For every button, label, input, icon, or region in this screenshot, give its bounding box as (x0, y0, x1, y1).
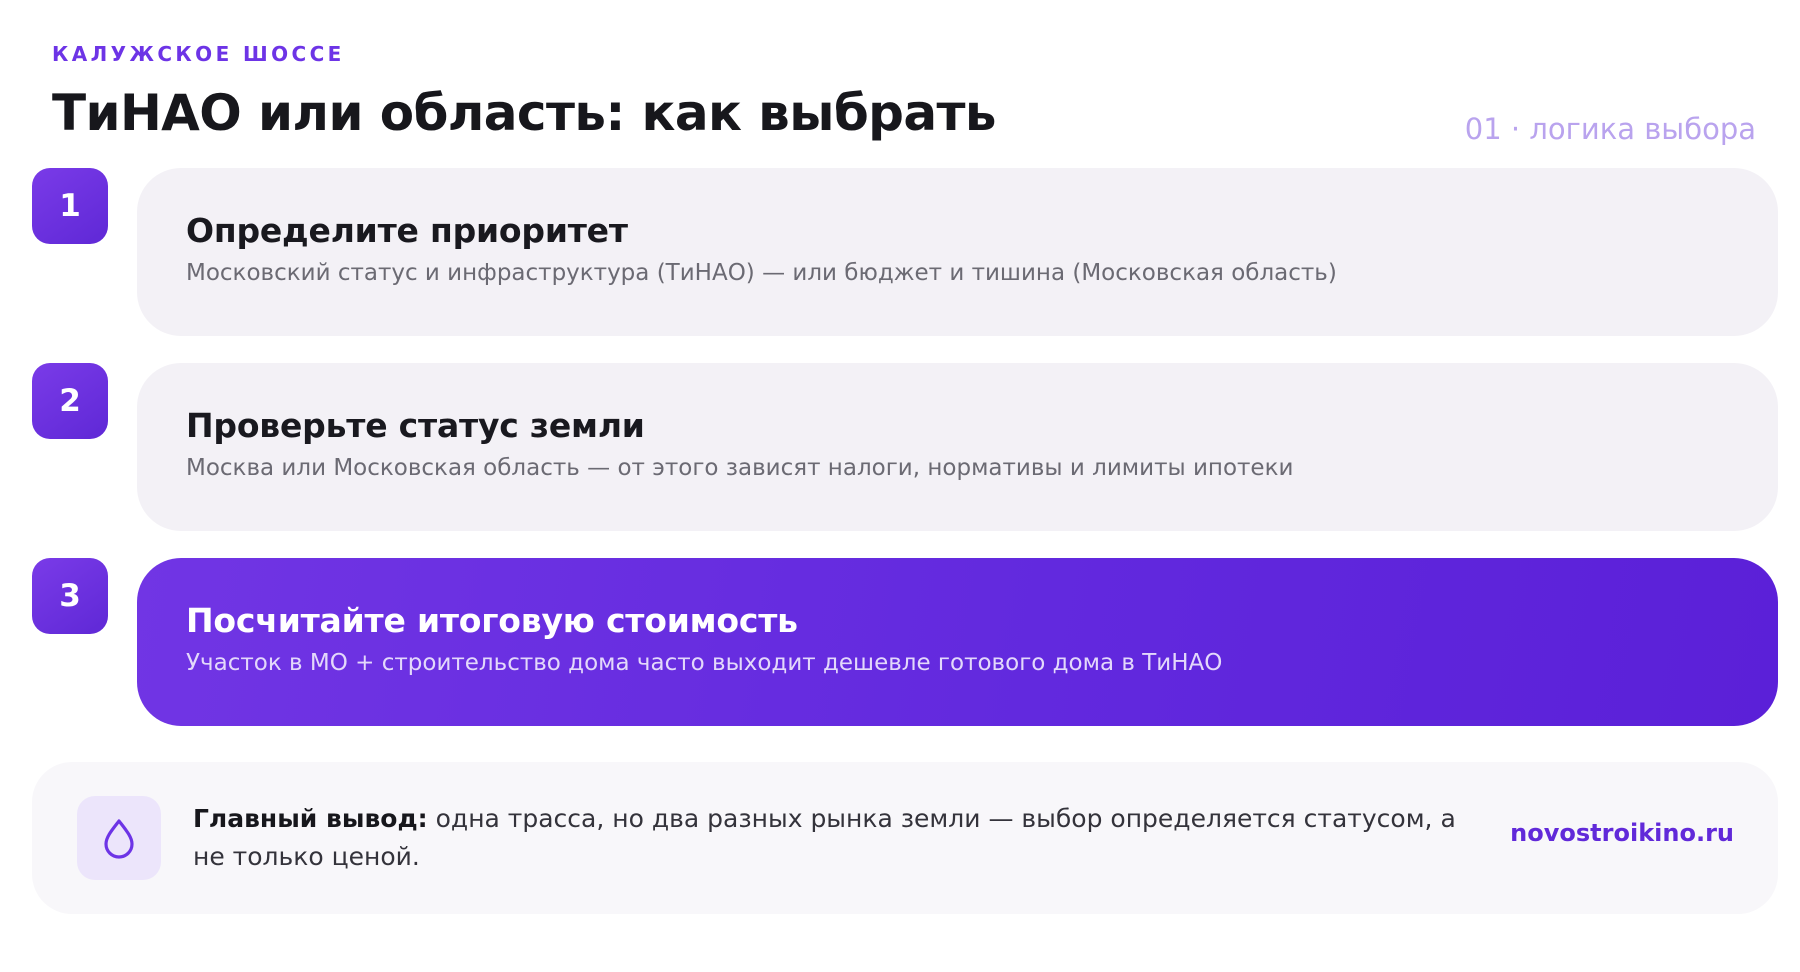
eyebrow-label: КАЛУЖСКОЕ ШОССЕ (52, 42, 345, 66)
infographic-page: КАЛУЖСКОЕ ШОССЕ ТиНАО или область: как в… (0, 0, 1800, 972)
step-title: Определите приоритет (186, 211, 628, 250)
step-card-1: Определите приоритет Московский статус и… (137, 168, 1778, 336)
step-card-3-highlighted: Посчитайте итоговую стоимость Участок в … (137, 558, 1778, 726)
drop-icon-svg (104, 819, 134, 859)
drop-icon (77, 796, 161, 880)
summary-box: Главный вывод: одна трасса, но два разны… (32, 762, 1778, 914)
page-title: ТиНАО или область: как выбрать (52, 84, 996, 142)
step-description: Московский статус и инфраструктура (ТиНА… (186, 260, 1337, 286)
step-number-2: 2 (32, 363, 108, 439)
step-number-3: 3 (32, 558, 108, 634)
step-description: Москва или Московская область — от этого… (186, 455, 1294, 481)
step-title: Посчитайте итоговую стоимость (186, 601, 798, 640)
step-number-1: 1 (32, 168, 108, 244)
step-title: Проверьте статус земли (186, 406, 645, 445)
step-card-2: Проверьте статус земли Москва или Москов… (137, 363, 1778, 531)
section-tag: 01 · логика выбора (1464, 112, 1756, 146)
summary-text: Главный вывод: одна трасса, но два разны… (193, 800, 1463, 876)
site-link[interactable]: novostroikino.ru (1510, 819, 1734, 847)
step-description: Участок в МО + строительство дома часто … (186, 650, 1223, 676)
summary-label: Главный вывод: (193, 804, 428, 833)
